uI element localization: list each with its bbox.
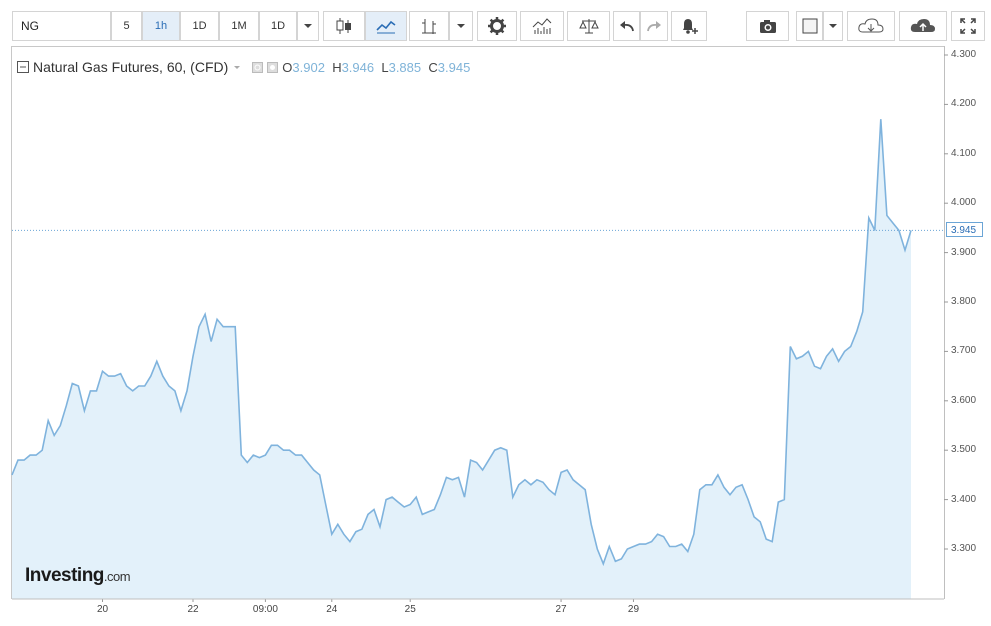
y-tick-label: 3.300: [951, 543, 977, 554]
low-label: L: [381, 59, 389, 75]
y-tick-label: 3.600: [951, 394, 977, 406]
y-tick-label: 3.800: [951, 296, 977, 307]
chart-legend: Natural Gas Futures, 60, (CFD) O3.902 H3…: [17, 59, 470, 75]
open-label: O: [282, 59, 293, 75]
collapse-legend-icon[interactable]: [17, 61, 29, 73]
last-price-tag: 3.945: [946, 222, 983, 237]
high-value: 3.946: [341, 59, 375, 75]
x-tick-label: 25: [404, 604, 416, 615]
y-tick-label: 3.700: [951, 345, 977, 357]
close-label: C: [428, 59, 438, 75]
x-tick-label: 29: [627, 604, 640, 615]
y-tick-label: 3.400: [951, 493, 977, 505]
high-label: H: [332, 59, 342, 75]
y-tick-label: 4.000: [951, 197, 977, 209]
y-tick-label: 4.300: [951, 49, 977, 60]
logo-suffix: .com: [103, 569, 131, 584]
y-tick-label: 3.500: [951, 444, 977, 456]
close-value: 3.945: [437, 59, 471, 75]
low-value: 3.885: [388, 59, 422, 75]
y-tick-label: 4.200: [951, 98, 977, 110]
price-area-fill: [12, 119, 911, 599]
x-tick-label: 09:00: [252, 604, 278, 615]
ohlc-values: O3.902 H3.946 L3.885 C3.945: [282, 60, 470, 75]
x-tick-label: 24: [326, 604, 338, 615]
caret-down-icon[interactable]: [232, 62, 242, 72]
x-tick-label: 27: [555, 604, 567, 615]
x-tick-label: 20: [96, 604, 109, 615]
y-tick-label: 4.100: [951, 147, 977, 159]
price-chart: [11, 54, 948, 602]
gear-icon[interactable]: [267, 61, 279, 73]
visibility-icon[interactable]: [252, 61, 264, 73]
open-value: 3.902: [292, 59, 325, 75]
instrument-title[interactable]: Natural Gas Futures, 60, (CFD): [33, 59, 228, 75]
y-tick-label: 3.900: [951, 246, 977, 258]
x-tick-label: 22: [187, 604, 199, 615]
logo-brand: Investing: [25, 565, 104, 586]
investing-logo: Investing.com: [25, 565, 131, 587]
